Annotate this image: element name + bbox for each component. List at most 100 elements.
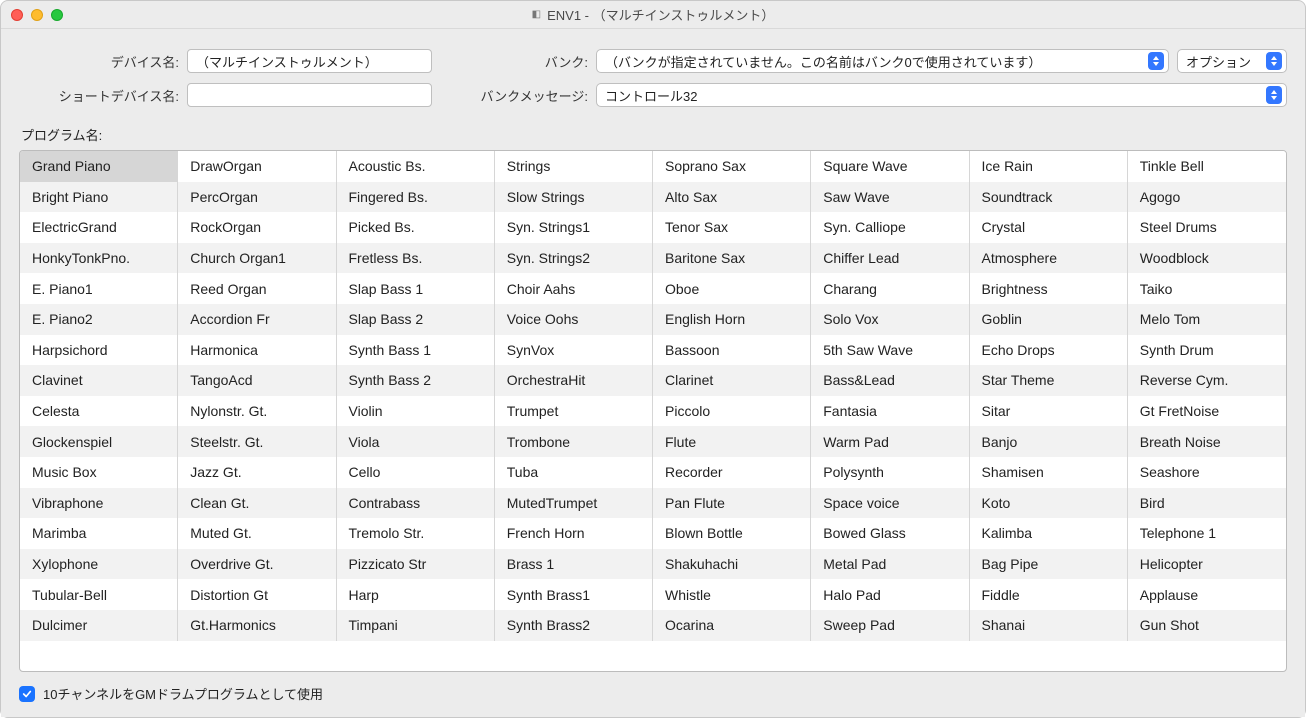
program-cell[interactable]: Grand Piano xyxy=(20,151,178,182)
program-cell[interactable]: ElectricGrand xyxy=(20,212,178,243)
program-cell[interactable]: Nylonstr. Gt. xyxy=(178,396,336,427)
program-cell[interactable]: Choir Aahs xyxy=(495,273,653,304)
program-cell[interactable]: Woodblock xyxy=(1128,243,1286,274)
program-cell[interactable]: Slap Bass 2 xyxy=(337,304,495,335)
gm-drum-checkbox[interactable] xyxy=(19,686,35,702)
program-cell[interactable]: Harpsichord xyxy=(20,335,178,366)
program-cell[interactable]: Picked Bs. xyxy=(337,212,495,243)
program-cell[interactable]: Fiddle xyxy=(970,579,1128,610)
program-cell[interactable]: Fantasia xyxy=(811,396,969,427)
program-cell[interactable]: Reverse Cym. xyxy=(1128,365,1286,396)
program-cell[interactable]: Taiko xyxy=(1128,273,1286,304)
program-cell[interactable]: Cello xyxy=(337,457,495,488)
program-cell[interactable]: Warm Pad xyxy=(811,426,969,457)
program-cell[interactable]: Tremolo Str. xyxy=(337,518,495,549)
program-cell[interactable]: Goblin xyxy=(970,304,1128,335)
program-cell[interactable]: Bass&Lead xyxy=(811,365,969,396)
program-cell[interactable]: Church Organ1 xyxy=(178,243,336,274)
program-cell[interactable]: Baritone Sax xyxy=(653,243,811,274)
program-cell[interactable]: Clavinet xyxy=(20,365,178,396)
program-cell[interactable]: Bowed Glass xyxy=(811,518,969,549)
program-cell[interactable]: Solo Vox xyxy=(811,304,969,335)
program-cell[interactable]: Chiffer Lead xyxy=(811,243,969,274)
program-cell[interactable]: Dulcimer xyxy=(20,610,178,641)
program-cell[interactable]: DrawOrgan xyxy=(178,151,336,182)
program-cell[interactable]: Clarinet xyxy=(653,365,811,396)
program-cell[interactable]: Harmonica xyxy=(178,335,336,366)
program-cell[interactable]: Blown Bottle xyxy=(653,518,811,549)
zoom-icon[interactable] xyxy=(51,9,63,21)
program-cell[interactable]: Vibraphone xyxy=(20,488,178,519)
program-cell[interactable]: Accordion Fr xyxy=(178,304,336,335)
program-cell[interactable]: Synth Bass 1 xyxy=(337,335,495,366)
program-cell[interactable]: TangoAcd xyxy=(178,365,336,396)
program-cell[interactable]: Breath Noise xyxy=(1128,426,1286,457)
program-cell[interactable]: Violin xyxy=(337,396,495,427)
program-cell[interactable]: Helicopter xyxy=(1128,549,1286,580)
program-cell[interactable]: RockOrgan xyxy=(178,212,336,243)
program-cell[interactable]: Marimba xyxy=(20,518,178,549)
program-cell[interactable]: MutedTrumpet xyxy=(495,488,653,519)
program-cell[interactable]: Fingered Bs. xyxy=(337,182,495,213)
program-cell[interactable]: Synth Bass 2 xyxy=(337,365,495,396)
program-cell[interactable]: Banjo xyxy=(970,426,1128,457)
program-cell[interactable]: Seashore xyxy=(1128,457,1286,488)
program-cell[interactable]: HonkyTonkPno. xyxy=(20,243,178,274)
close-icon[interactable] xyxy=(11,9,23,21)
program-cell[interactable]: Recorder xyxy=(653,457,811,488)
minimize-icon[interactable] xyxy=(31,9,43,21)
program-cell[interactable]: Gun Shot xyxy=(1128,610,1286,641)
program-cell[interactable]: Celesta xyxy=(20,396,178,427)
program-cell[interactable]: Pan Flute xyxy=(653,488,811,519)
program-cell[interactable]: Syn. Strings1 xyxy=(495,212,653,243)
program-cell[interactable]: French Horn xyxy=(495,518,653,549)
program-cell[interactable]: Bag Pipe xyxy=(970,549,1128,580)
program-cell[interactable]: Syn. Strings2 xyxy=(495,243,653,274)
program-cell[interactable]: PercOrgan xyxy=(178,182,336,213)
program-cell[interactable]: Timpani xyxy=(337,610,495,641)
program-cell[interactable]: Koto xyxy=(970,488,1128,519)
program-cell[interactable]: Xylophone xyxy=(20,549,178,580)
program-cell[interactable]: Pizzicato Str xyxy=(337,549,495,580)
program-cell[interactable]: Melo Tom xyxy=(1128,304,1286,335)
program-cell[interactable]: Music Box xyxy=(20,457,178,488)
program-cell[interactable]: Tinkle Bell xyxy=(1128,151,1286,182)
program-cell[interactable]: Star Theme xyxy=(970,365,1128,396)
options-select[interactable]: オプション xyxy=(1177,49,1287,73)
program-cell[interactable]: SynVox xyxy=(495,335,653,366)
program-cell[interactable]: Gt.Harmonics xyxy=(178,610,336,641)
short-device-name-input[interactable] xyxy=(187,83,432,107)
program-cell[interactable]: English Horn xyxy=(653,304,811,335)
program-cell[interactable]: Bird xyxy=(1128,488,1286,519)
program-cell[interactable]: Reed Organ xyxy=(178,273,336,304)
program-cell[interactable]: Soprano Sax xyxy=(653,151,811,182)
program-cell[interactable]: Polysynth xyxy=(811,457,969,488)
bank-message-select[interactable]: コントロール32 xyxy=(596,83,1287,107)
program-cell[interactable]: Kalimba xyxy=(970,518,1128,549)
program-cell[interactable]: Slap Bass 1 xyxy=(337,273,495,304)
program-cell[interactable]: Viola xyxy=(337,426,495,457)
program-cell[interactable]: Harp xyxy=(337,579,495,610)
program-cell[interactable]: Synth Drum xyxy=(1128,335,1286,366)
program-cell[interactable]: OrchestraHit xyxy=(495,365,653,396)
program-cell[interactable]: Echo Drops xyxy=(970,335,1128,366)
program-cell[interactable]: Metal Pad xyxy=(811,549,969,580)
program-cell[interactable]: Atmosphere xyxy=(970,243,1128,274)
program-cell[interactable]: Flute xyxy=(653,426,811,457)
program-cell[interactable]: Agogo xyxy=(1128,182,1286,213)
program-cell[interactable]: Sitar xyxy=(970,396,1128,427)
program-cell[interactable]: Syn. Calliope xyxy=(811,212,969,243)
program-cell[interactable]: Fretless Bs. xyxy=(337,243,495,274)
program-cell[interactable]: Halo Pad xyxy=(811,579,969,610)
bank-select[interactable]: （バンクが指定されていません。この名前はバンク0で使用されています） xyxy=(596,49,1169,73)
program-cell[interactable]: Bright Piano xyxy=(20,182,178,213)
program-cell[interactable]: Synth Brass2 xyxy=(495,610,653,641)
program-cell[interactable]: Whistle xyxy=(653,579,811,610)
program-cell[interactable]: Brass 1 xyxy=(495,549,653,580)
program-cell[interactable]: Trumpet xyxy=(495,396,653,427)
program-cell[interactable]: Ice Rain xyxy=(970,151,1128,182)
program-cell[interactable]: Glockenspiel xyxy=(20,426,178,457)
program-cell[interactable]: Alto Sax xyxy=(653,182,811,213)
program-cell[interactable]: Oboe xyxy=(653,273,811,304)
program-cell[interactable]: Shakuhachi xyxy=(653,549,811,580)
